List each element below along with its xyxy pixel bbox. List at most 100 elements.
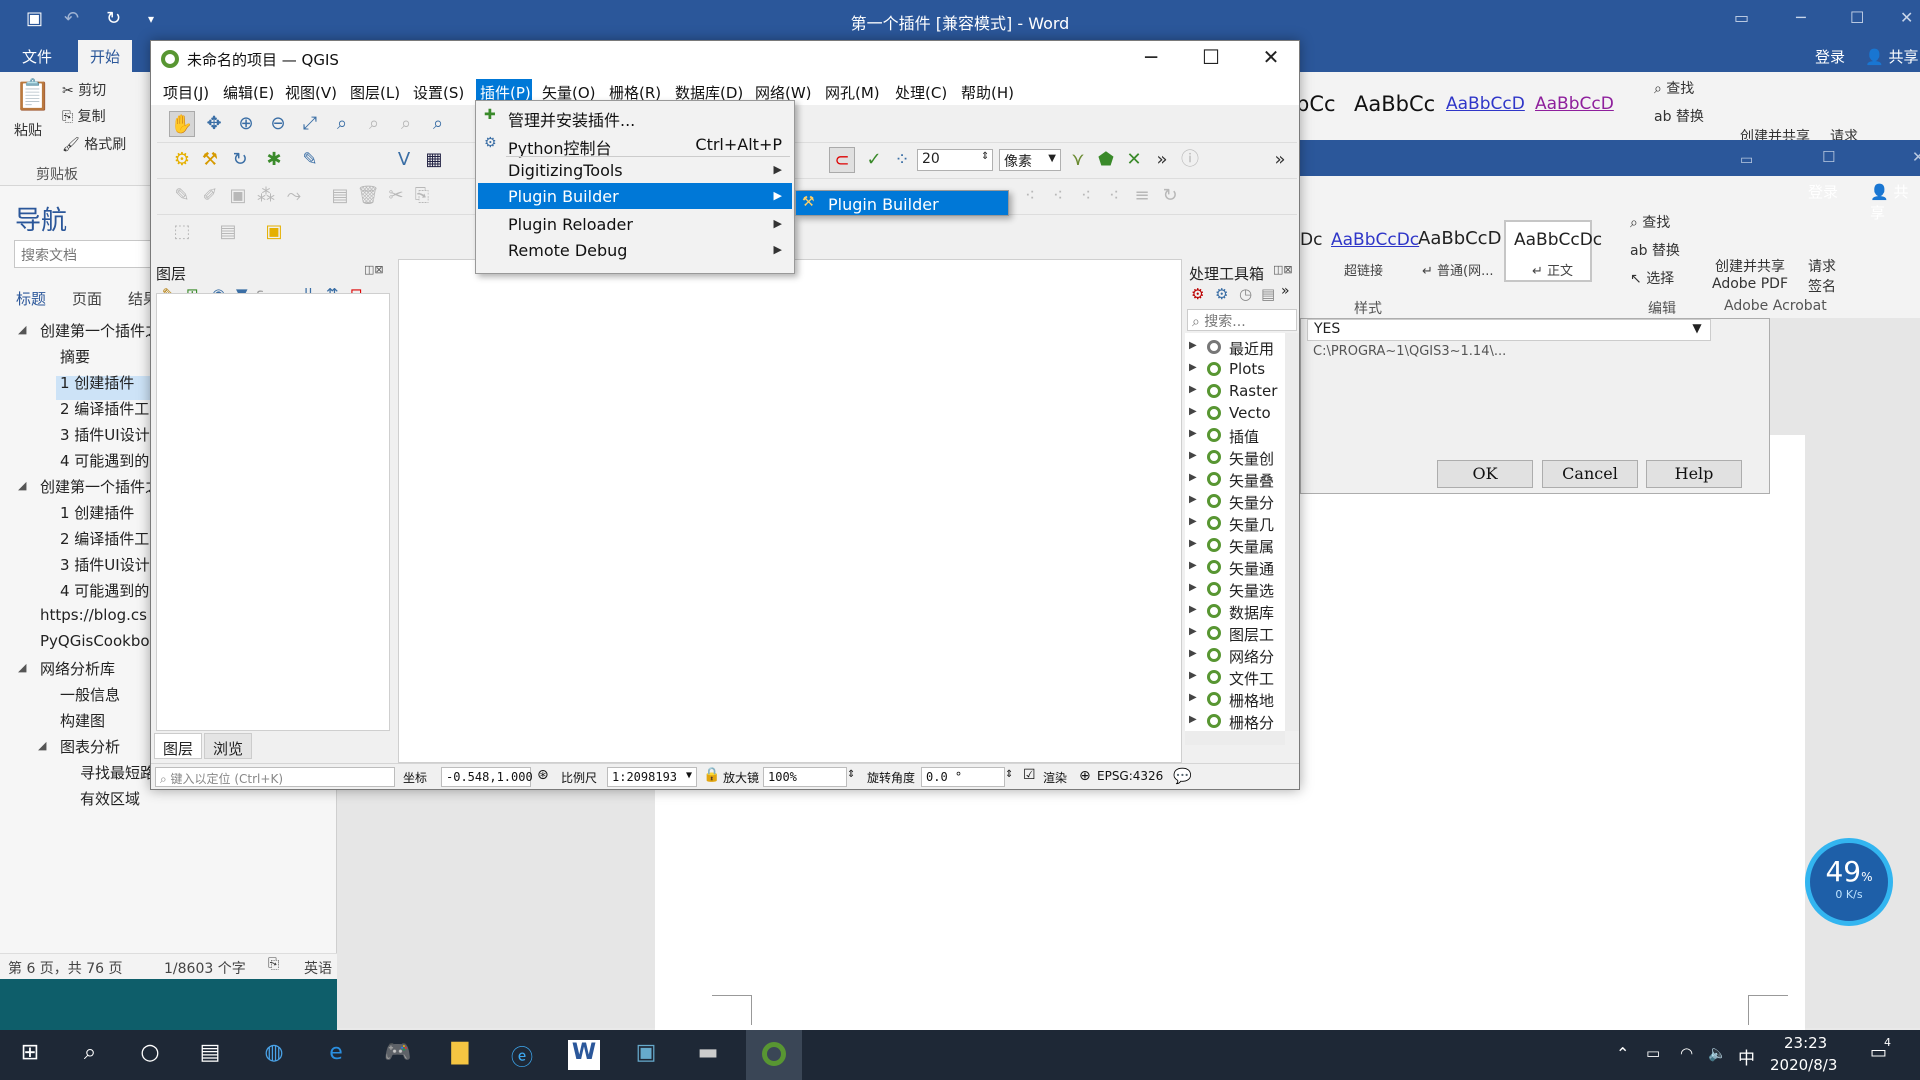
zoom-layer-icon[interactable]: ⌕ [361, 111, 387, 137]
nav-heading-item[interactable]: 3 插件UI设计 [60, 424, 150, 445]
panel-float-close-icon[interactable]: ◫⊠ [1273, 263, 1293, 276]
nav-heading-item[interactable]: 有效区域 [80, 788, 140, 809]
crs-globe-icon[interactable]: ⊕ [1079, 768, 1091, 784]
delete-feature-icon[interactable]: 🗑 [355, 183, 381, 209]
map-canvas[interactable] [398, 259, 1182, 763]
digitizing-tool-icon[interactable]: ✎ [297, 147, 323, 173]
share-button-secondary[interactable]: 👤 共享 [1870, 181, 1920, 223]
history-icon[interactable]: ◷ [1239, 285, 1252, 303]
style-dc[interactable]: Dc [1300, 230, 1322, 250]
replace-button-2[interactable]: ab 替换 [1630, 240, 1680, 260]
menu-layer[interactable]: 图层(L) [350, 82, 400, 103]
expand-arrow-icon[interactable]: ▶ [1189, 384, 1197, 395]
rotate-icon[interactable]: ↻ [1157, 183, 1183, 209]
snap-vertex-icon[interactable]: ✓ [861, 147, 887, 173]
pan-icon[interactable]: ✋ [169, 111, 195, 137]
table-icon[interactable]: ▤ [215, 219, 241, 245]
tab-browser[interactable]: 浏览 [204, 733, 252, 759]
search-icon[interactable]: ⌕ [74, 1040, 106, 1070]
plugins-menu-item[interactable]: ⚙ Python控制台 Ctrl+Alt+P [478, 131, 792, 158]
zoom-native-icon[interactable]: ⌕ [393, 111, 419, 137]
adobe-create-share-button[interactable]: 创建并共享 Adobe PDF [1712, 256, 1788, 292]
clock-time[interactable]: 23:23 [1784, 1034, 1827, 1052]
clock-date[interactable]: 2020/8/3 [1770, 1056, 1837, 1074]
plugins-menu-item[interactable]: Remote Debug ▶ [478, 237, 792, 263]
python-icon[interactable]: ⚙ [169, 147, 195, 173]
menu-processing[interactable]: 处理(C) [895, 82, 947, 103]
maximize-icon[interactable]: ☐ [1191, 45, 1231, 69]
ribbon-display-icon[interactable]: ▭ [1740, 152, 1753, 168]
ime-indicator[interactable]: 中 [1738, 1044, 1755, 1069]
page-count[interactable]: 第 6 页，共 76 页 [8, 958, 123, 978]
dropdown-arrow-icon[interactable]: ▼ [1687, 321, 1707, 339]
expand-arrow-icon[interactable]: ▶ [1189, 604, 1197, 615]
nav-heading-item[interactable]: 1 创建插件 [60, 372, 134, 393]
processing-tree-item[interactable]: ▶ 栅格分 [1185, 711, 1285, 731]
app-window-icon[interactable]: ▣ [630, 1040, 662, 1070]
spin-arrows-icon[interactable]: ⇕ [981, 151, 989, 162]
maximize-icon[interactable]: ☐ [1822, 148, 1835, 166]
cut-feature-icon[interactable]: ✂ [383, 183, 409, 209]
word-count[interactable]: 1/8603 个字 [164, 958, 246, 978]
expand-arrow-icon[interactable]: ▶ [1189, 626, 1197, 637]
file-explorer-icon[interactable]: ▇ [444, 1040, 476, 1070]
nav-heading-item[interactable]: 3 插件UI设计 [60, 554, 150, 575]
format-painter-button[interactable]: 🖌 格式刷 [62, 134, 126, 154]
expand-arrow-icon[interactable]: ▶ [1189, 560, 1197, 571]
expand-arrow-icon[interactable]: ▶ [1189, 340, 1197, 351]
processing-tree-item[interactable]: ▶ 矢量叠 [1185, 469, 1285, 491]
extents-icon[interactable]: ⊛ [537, 767, 549, 783]
results-icon[interactable]: ▤ [1261, 285, 1275, 303]
grid-icon[interactable]: ▦ [421, 147, 447, 173]
start-icon[interactable]: ⊞ [14, 1040, 46, 1070]
nav-heading-item[interactable]: 网络分析库 [40, 658, 115, 679]
edge-icon[interactable]: e [320, 1040, 352, 1070]
nav-heading-item[interactable]: 4 可能遇到的 [60, 450, 149, 471]
move-feature-icon[interactable]: ⤳ [281, 183, 307, 209]
scale-field[interactable]: 1:2098193 ▼ [607, 767, 697, 787]
word-close-icon[interactable]: ✕ [1900, 8, 1913, 27]
terminal-icon[interactable]: ▬ [692, 1040, 724, 1070]
advanced-tool-icon-4[interactable]: ⁖ [1101, 183, 1127, 209]
menu-help[interactable]: 帮助(H) [961, 82, 1014, 103]
ie-icon[interactable]: ⓔ [506, 1040, 538, 1071]
word-maximize-icon[interactable]: ☐ [1850, 8, 1864, 27]
advanced-tool-icon[interactable]: ⁖ [1017, 183, 1043, 209]
volume-icon[interactable]: 🔈 [1708, 1044, 1727, 1062]
menu-mesh[interactable]: 网孔(M) [825, 82, 880, 103]
avoid-overlap-icon[interactable]: ⬟ [1093, 147, 1119, 173]
style-normal-web[interactable]: AaBbCcD [1418, 228, 1501, 249]
style-heading2[interactable]: bCc [1296, 92, 1336, 116]
plugins-menu-item[interactable]: Plugin Reloader ▶ [478, 211, 792, 237]
reload-icon[interactable]: ↻ [227, 147, 253, 173]
attribute-table-icon[interactable]: ▤ [327, 183, 353, 209]
ok-button[interactable]: OK [1437, 460, 1533, 488]
collapse-triangle-icon[interactable]: ◢ [18, 661, 26, 674]
processing-hscrollbar[interactable] [1185, 731, 1285, 745]
nav-heading-item[interactable]: 构建图 [60, 710, 105, 731]
expand-arrow-icon[interactable]: ▶ [1189, 494, 1197, 505]
expand-arrow-icon[interactable]: ▶ [1189, 670, 1197, 681]
nav-heading-item[interactable]: 创建第一个插件之 [40, 320, 160, 341]
expand-arrow-icon[interactable]: ▶ [1189, 516, 1197, 527]
menu-edit[interactable]: 编辑(E) [223, 82, 274, 103]
pan-to-selection-icon[interactable]: ✥ [201, 111, 227, 137]
expand-arrow-icon[interactable]: ▶ [1189, 450, 1197, 461]
trace-icon[interactable]: ⋎ [1065, 147, 1091, 173]
nav-heading-item[interactable]: 4 可能遇到的 [60, 580, 149, 601]
panel-float-close-icon[interactable]: ◫⊠ [364, 263, 384, 276]
tab-file[interactable]: 文件 [22, 46, 52, 67]
render-checkbox[interactable]: ☑ [1023, 767, 1036, 783]
nav-heading-item[interactable]: 2 编译插件工 [60, 398, 149, 419]
wifi-icon[interactable]: ◠ [1680, 1044, 1693, 1062]
game-icon[interactable]: 🎮 [382, 1040, 414, 1070]
expand-arrow-icon[interactable]: ▶ [1189, 648, 1197, 659]
align-icon[interactable]: ≡ [1129, 183, 1155, 209]
spin-arrows-icon[interactable]: ⇕ [1005, 769, 1013, 780]
expand-arrow-icon[interactable]: ▶ [1189, 406, 1197, 417]
nav-heading-item[interactable]: PyQGisCookbo [40, 632, 150, 650]
battery-icon[interactable]: ▭ [1646, 1044, 1660, 1062]
processing-tree-item[interactable]: ▶ Vecto [1185, 403, 1285, 425]
cancel-button[interactable]: Cancel [1542, 460, 1638, 488]
processing-tree-item[interactable]: ▶ 数据库 [1185, 601, 1285, 623]
